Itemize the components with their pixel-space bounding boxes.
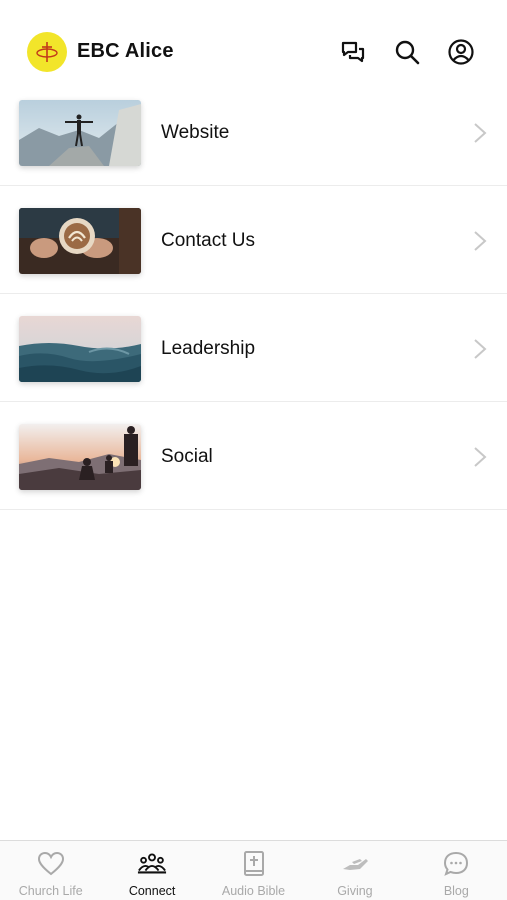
- chevron-right-icon: [474, 123, 487, 143]
- profile-icon[interactable]: [446, 37, 476, 67]
- bottom-tab-bar: Church Life Connect Audio Bible Giving B…: [0, 840, 507, 900]
- contact-us-thumbnail: [19, 208, 141, 274]
- tab-audio-bible[interactable]: Audio Bible: [203, 841, 304, 900]
- tab-label: Giving: [337, 884, 373, 898]
- list-item-website[interactable]: Website: [0, 78, 507, 186]
- church-logo[interactable]: [27, 32, 67, 72]
- tab-label: Church Life: [18, 884, 83, 898]
- tab-giving[interactable]: Giving: [304, 841, 405, 900]
- chat-bubble-icon: [441, 850, 471, 878]
- chevron-right-icon: [474, 339, 487, 359]
- list-item-leadership[interactable]: Leadership: [0, 294, 507, 402]
- app-title: EBC Alice: [77, 40, 174, 62]
- tab-label: Connect: [128, 884, 176, 898]
- tab-church-life[interactable]: Church Life: [0, 841, 101, 900]
- chevron-right-icon: [474, 447, 487, 467]
- messages-icon[interactable]: [338, 37, 368, 67]
- heart-icon: [36, 850, 66, 878]
- list-item-label: Website: [161, 122, 230, 143]
- list-item-label: Leadership: [161, 338, 256, 359]
- logo-mark-icon: [36, 42, 58, 62]
- list-item-label: Contact Us: [161, 230, 255, 251]
- giving-hand-icon: [340, 850, 370, 878]
- website-thumbnail: [19, 100, 141, 166]
- search-icon[interactable]: [392, 37, 422, 67]
- list-item-contact-us[interactable]: Contact Us: [0, 186, 507, 294]
- tab-connect[interactable]: Connect: [101, 841, 202, 900]
- people-group-icon: [137, 850, 167, 878]
- leadership-thumbnail: [19, 316, 141, 382]
- tab-label: Audio Bible: [221, 884, 286, 898]
- list-item-label: Social: [161, 446, 213, 467]
- connect-list: Website Contact Us Leadership Social: [0, 78, 507, 510]
- social-thumbnail: [19, 424, 141, 490]
- bible-icon: [239, 850, 269, 878]
- chevron-right-icon: [474, 231, 487, 251]
- tab-blog[interactable]: Blog: [406, 841, 507, 900]
- list-item-social[interactable]: Social: [0, 402, 507, 510]
- tab-label: Blog: [443, 884, 469, 898]
